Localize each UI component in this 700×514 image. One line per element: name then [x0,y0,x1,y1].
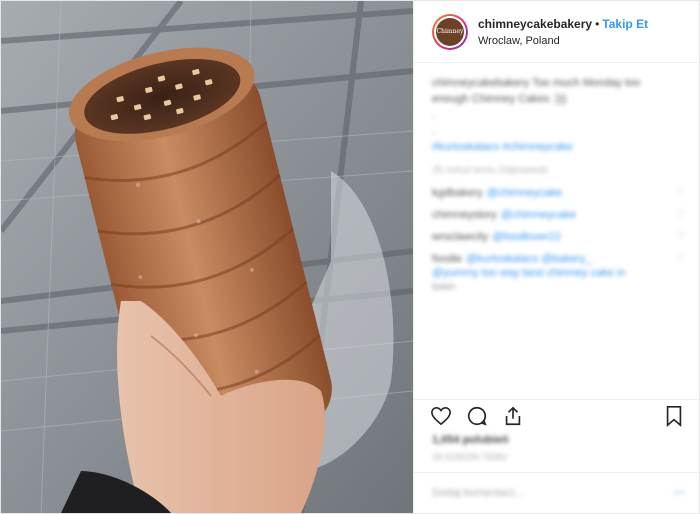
add-comment-input[interactable]: Dodaj komentarz... [432,487,524,499]
comment-like-icon[interactable]: ♡ [676,186,685,200]
comment-author[interactable]: chimneystory [432,208,497,222]
bookmark-icon[interactable] [661,403,687,429]
hashtag-link[interactable]: #kurtoskalacs #chimneycake [432,139,685,155]
comment-author[interactable]: wroclawcity [432,230,488,244]
caption: chimneycakebakery Too much Monday too en… [432,75,685,155]
post-sidebar: Chimney chimneycakebakery • Takip Et Wrocl… [413,1,699,513]
comment-row: wroclawcity @foodlover22 ♡ [432,230,685,244]
instagram-post: Chimney chimneycakebakery • Takip Et Wrocl… [0,0,700,514]
more-dots-icon[interactable]: ••• [673,487,685,499]
heart-icon[interactable] [428,403,454,429]
comment-author[interactable]: foodie [432,252,462,266]
comments-area: chimneycakebakery Too much Monday too en… [414,63,699,399]
comment-text-line2: @yummy too way best chimney cake in [432,267,626,279]
location-link[interactable]: Wroclaw, Poland [478,35,648,47]
caption-meta: 25 minut temu Odpowiedz [432,165,549,176]
share-icon[interactable] [500,403,526,429]
comment-text[interactable]: @chimneycake [487,186,562,200]
comment-like-icon[interactable]: ♡ [676,230,685,244]
comment-row: chimneystory @chimneycake ♡ [432,208,685,222]
post-header: Chimney chimneycakebakery • Takip Et Wrocl… [414,1,699,63]
username-link[interactable]: chimneycakebakery [478,17,592,31]
comment-text[interactable]: @chimneycake [501,208,576,222]
comment-like-icon[interactable]: ♡ [676,208,685,222]
separator-dot: • [595,16,600,31]
add-comment-bar: Dodaj komentarz... ••• [414,472,699,513]
comment-author[interactable]: kgdbakery [432,186,483,200]
follow-button[interactable]: Takip Et [602,17,648,31]
comment-row: foodie @kurtoskalacs @bakery_ ♡ @yummy t… [432,252,685,294]
comment-text[interactable]: @foodlover22 [492,230,561,244]
comment-icon[interactable] [464,403,490,429]
avatar[interactable]: Chimney [432,13,468,50]
comment-like-icon[interactable]: ♡ [676,252,685,266]
comment-text[interactable]: @kurtoskalacs @bakery_ [466,252,592,266]
action-bar [414,399,699,432]
post-photo[interactable] [1,1,413,513]
comment-text-line3: town [432,281,456,293]
likes-count[interactable]: 1,054 polubień [414,432,699,446]
comment-row: kgdbakery @chimneycake ♡ [432,186,685,200]
post-timestamp: 18 GODZIN TEMU [432,452,508,462]
avatar-logo: Chimney [436,17,464,46]
chimney-cake-photo [1,1,413,513]
